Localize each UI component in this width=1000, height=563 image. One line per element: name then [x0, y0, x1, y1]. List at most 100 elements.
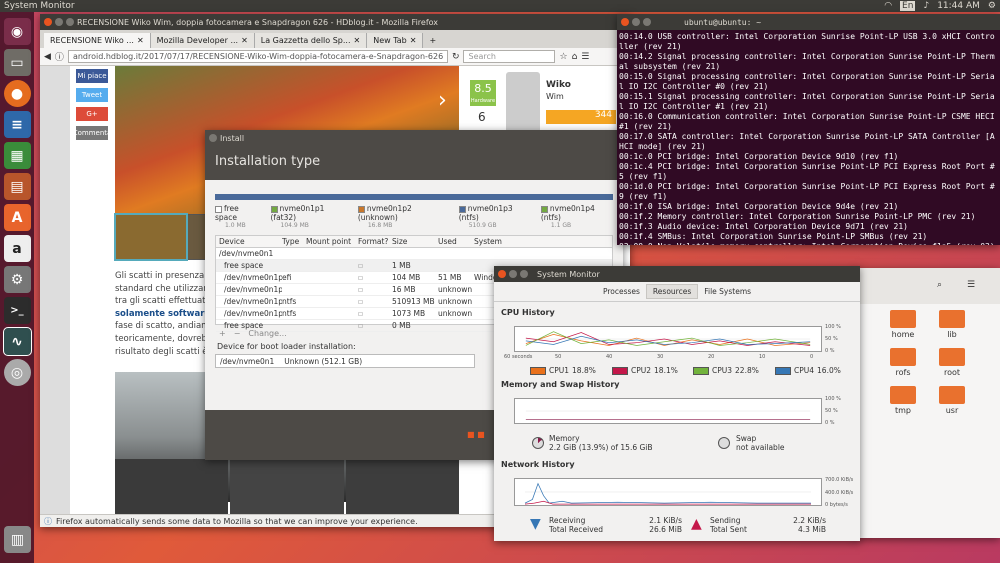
- format-checkbox[interactable]: ▫: [358, 261, 392, 270]
- menu-icon[interactable]: ☰: [967, 280, 975, 290]
- folder-rofs[interactable]: rofs: [883, 348, 923, 377]
- axis-label: 400.0 KiB/s: [825, 490, 854, 496]
- trash-icon[interactable]: ▥: [4, 526, 31, 553]
- clock[interactable]: 11:44 AM: [937, 1, 980, 11]
- format-checkbox[interactable]: ▫: [358, 309, 392, 318]
- gplus-button[interactable]: G+: [76, 107, 108, 121]
- axis-label: 40: [606, 354, 613, 360]
- minimize-icon[interactable]: [55, 18, 63, 26]
- close-tab-icon[interactable]: ✕: [410, 36, 417, 45]
- thumbnail[interactable]: [114, 213, 188, 261]
- system-monitor-window: System Monitor Processes Resources File …: [494, 266, 860, 541]
- like-button[interactable]: Mi piace: [76, 69, 108, 83]
- impress-icon[interactable]: ▤: [3, 173, 31, 200]
- tab-mozilla[interactable]: Mozilla Developer ... ✕: [150, 33, 255, 48]
- camera-photo: [230, 459, 344, 515]
- format-checkbox[interactable]: ▫: [358, 321, 392, 330]
- launcher: ◉ ▭ ● ≡ ▦ ▤ A a ⚙ >_ ∿ ◎ ▥: [0, 12, 34, 563]
- cpu4-legend[interactable]: CPU4 16.0%: [775, 366, 841, 375]
- system-monitor-icon[interactable]: ∿: [2, 327, 32, 356]
- ubuntu-logo-icon[interactable]: ◉: [3, 18, 31, 45]
- close-icon[interactable]: [209, 134, 217, 142]
- search-icon[interactable]: ⌕: [937, 280, 942, 290]
- wifi-icon[interactable]: ◠: [884, 1, 892, 11]
- info-icon: ⓘ: [44, 516, 52, 526]
- add-partition-button[interactable]: +: [219, 329, 226, 338]
- close-icon[interactable]: [621, 18, 629, 26]
- change-partition-button[interactable]: Change...: [248, 329, 286, 338]
- folder-usr[interactable]: usr: [932, 386, 972, 415]
- maximize-icon[interactable]: [66, 18, 74, 26]
- tab-gazzetta[interactable]: La Gazzetta dello Sp... ✕: [254, 33, 368, 48]
- sysmon-titlebar: System Monitor: [494, 266, 860, 282]
- folder-root[interactable]: root: [932, 348, 972, 377]
- search-input[interactable]: Search: [463, 50, 556, 63]
- back-icon[interactable]: ◀: [44, 52, 51, 62]
- folder-tmp[interactable]: tmp: [883, 386, 923, 415]
- new-tab-button[interactable]: +: [423, 33, 442, 48]
- close-icon[interactable]: [44, 18, 52, 26]
- cpu1-legend[interactable]: CPU1 18.8%: [530, 366, 596, 375]
- tab-new[interactable]: New Tab ✕: [367, 33, 424, 48]
- minimize-icon[interactable]: [632, 18, 640, 26]
- terminal-output[interactable]: 00:14.0 USB controller: Intel Corporatio…: [617, 30, 1000, 245]
- format-checkbox[interactable]: ▫: [358, 297, 392, 306]
- close-tab-icon[interactable]: ✕: [241, 36, 248, 45]
- table-row[interactable]: /dev/nvme0n1: [216, 248, 612, 260]
- format-checkbox[interactable]: ▫: [358, 273, 392, 282]
- tab-processes[interactable]: Processes: [597, 285, 646, 298]
- url-bar[interactable]: android.hdblog.it/2017/07/17/RECENSIONE-…: [67, 50, 448, 63]
- tab-resources[interactable]: Resources: [645, 284, 699, 299]
- cpu2-legend[interactable]: CPU2 18.1%: [612, 366, 678, 375]
- close-tab-icon[interactable]: ✕: [354, 36, 361, 45]
- comment-button[interactable]: Commenta: [73, 126, 111, 140]
- tab-file-systems[interactable]: File Systems: [698, 285, 757, 298]
- folder-home[interactable]: home: [883, 310, 923, 339]
- files-icon[interactable]: ▭: [3, 49, 31, 76]
- cpu-graph: [514, 326, 822, 352]
- price-tag[interactable]: 344: [546, 110, 616, 124]
- folder-icon: [890, 348, 916, 366]
- volume-icon[interactable]: ♪: [923, 1, 929, 11]
- gallery-next-icon[interactable]: ›: [438, 88, 447, 113]
- keyboard-layout[interactable]: En: [900, 1, 916, 11]
- terminal-line: 00:15.0 Signal processing controller: In…: [619, 72, 995, 91]
- firefox-icon[interactable]: ●: [3, 80, 31, 107]
- partition-legend: free space 1.0 MB nvme0n1p1 (fat32) 104.9 …: [215, 204, 613, 229]
- settings-icon[interactable]: ⚙: [3, 266, 31, 293]
- axis-label: 100 %: [825, 396, 841, 402]
- bookmark-icon[interactable]: ☆: [559, 52, 567, 62]
- software-center-icon[interactable]: A: [3, 204, 31, 231]
- tab-recensione[interactable]: RECENSIONE Wiko ... ✕: [44, 33, 151, 48]
- boot-loader-select[interactable]: /dev/nvme0n1 Unknown (512.1 GB): [215, 354, 475, 368]
- close-icon[interactable]: [498, 270, 506, 278]
- amazon-icon[interactable]: a: [3, 235, 31, 262]
- terminal-icon[interactable]: >_: [3, 297, 31, 324]
- format-checkbox[interactable]: ▫: [358, 285, 392, 294]
- reload-icon[interactable]: ↻: [452, 52, 460, 62]
- terminal-line: 00:1f.2 Memory controller: Intel Corpora…: [619, 212, 976, 221]
- home-icon[interactable]: ⌂: [572, 52, 578, 62]
- maximize-icon[interactable]: [520, 270, 528, 278]
- folder-lib[interactable]: lib: [932, 310, 972, 339]
- terminal-line: 00:16.0 Communication controller: Intel …: [619, 112, 1000, 131]
- terminal-line: 00:14.2 Signal processing controller: In…: [619, 52, 995, 71]
- receiving-info: Receiving Total Received: [549, 516, 604, 534]
- menu-icon[interactable]: ☰: [581, 52, 589, 62]
- close-tab-icon[interactable]: ✕: [137, 36, 144, 45]
- tweet-button[interactable]: Tweet: [76, 88, 108, 102]
- maximize-icon[interactable]: [643, 18, 651, 26]
- navigation-bar: ◀ ⓘ android.hdblog.it/2017/07/17/RECENSI…: [40, 48, 630, 66]
- cpu3-legend[interactable]: CPU3 22.8%: [693, 366, 759, 375]
- minimize-icon[interactable]: [509, 270, 517, 278]
- power-icon[interactable]: ⚙: [988, 1, 996, 11]
- disk-icon[interactable]: ◎: [3, 359, 31, 386]
- folder-icon: [939, 386, 965, 404]
- remove-partition-button[interactable]: −: [234, 329, 241, 338]
- tab-label: New Tab: [373, 36, 407, 45]
- writer-icon[interactable]: ≡: [3, 111, 31, 138]
- info-icon[interactable]: ⓘ: [55, 50, 64, 63]
- calc-icon[interactable]: ▦: [3, 142, 31, 169]
- network-graph: [514, 478, 822, 506]
- receiving-line: [524, 482, 811, 504]
